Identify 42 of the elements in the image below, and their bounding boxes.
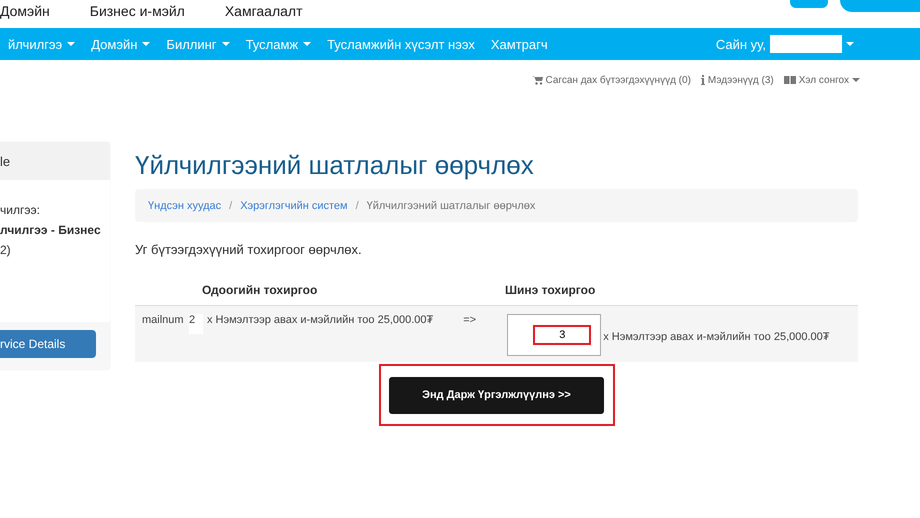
breadcrumb-link[interactable]: Хэрэглэгчийн систем — [240, 200, 348, 212]
caret-icon — [852, 78, 860, 82]
panel-heading: le — [0, 154, 10, 168]
top-link[interactable]: Мэдээнүүд (3) — [700, 70, 774, 90]
header-link[interactable]: Бизнес и-мэйл — [90, 2, 185, 20]
greeting-text: Сайн уу, — [716, 36, 766, 52]
continue-button[interactable]: Энд Дарж Үргэлжлүүлнэ >> — [389, 376, 604, 414]
service-text: 2) — [0, 242, 12, 259]
nav-item[interactable]: Тусламжийн хүсэлт нээх — [319, 36, 483, 52]
option-description: x Нэмэлтээр авах и-мэйлийн тоо 25,000.00₮ — [207, 314, 434, 328]
username-field — [770, 35, 842, 53]
quantity-input[interactable]: 3 — [533, 325, 592, 345]
page-title-text: Үйлчилгээний шатлалыг өөрчлөх — [366, 200, 536, 212]
breadcrumb-separator: / — [356, 200, 359, 212]
cart-icon — [532, 75, 543, 85]
nav-item[interactable]: йлчилгээ — [0, 36, 84, 52]
nav-item[interactable]: Домэйн — [83, 36, 158, 52]
column-header: Шинэ тохиргоо — [505, 283, 596, 299]
phone-badge — [790, 0, 828, 8]
current-value: 2 — [189, 314, 203, 334]
header-button[interactable] — [840, 0, 920, 12]
option-name: mailnum — [142, 314, 185, 328]
page-title: Үйлчилгээний шатлалыг өөрчлөх — [135, 150, 535, 181]
top-link[interactable]: Сагсан дах бүтээгдэхүүнүүд (0) — [532, 70, 691, 90]
service-text: чилгээ: — [0, 202, 41, 219]
intro-text: Уг бүтээгдэхүүний тохиргоог өөрчлөх. — [135, 242, 363, 257]
info-icon — [700, 75, 705, 85]
language-icon — [784, 76, 796, 84]
nav-item[interactable]: Хамтрагч — [482, 36, 556, 52]
column-header: Одоогийн тохиргоо — [202, 283, 318, 299]
nav-item[interactable]: Биллинг — [158, 36, 238, 52]
option-description: x Нэмэлтээр авах и-мэйлийн тоо 25,000.00₮ — [603, 331, 830, 345]
service-text: лчилгээ - Бизнес — [0, 222, 102, 239]
header-link[interactable]: Домэйн — [0, 2, 50, 20]
service-details-button[interactable]: rvice Details — [0, 330, 96, 358]
header-link[interactable]: Хамгаалалт — [224, 2, 302, 20]
caret-icon[interactable] — [846, 42, 854, 46]
breadcrumb-separator: / — [229, 200, 232, 212]
top-link[interactable]: Хэл сонгох — [784, 70, 860, 90]
arrow-text: => — [463, 314, 478, 328]
breadcrumb-link[interactable]: Үндсэн хуудас — [148, 200, 222, 212]
nav-item[interactable]: Тусламж — [238, 36, 320, 52]
